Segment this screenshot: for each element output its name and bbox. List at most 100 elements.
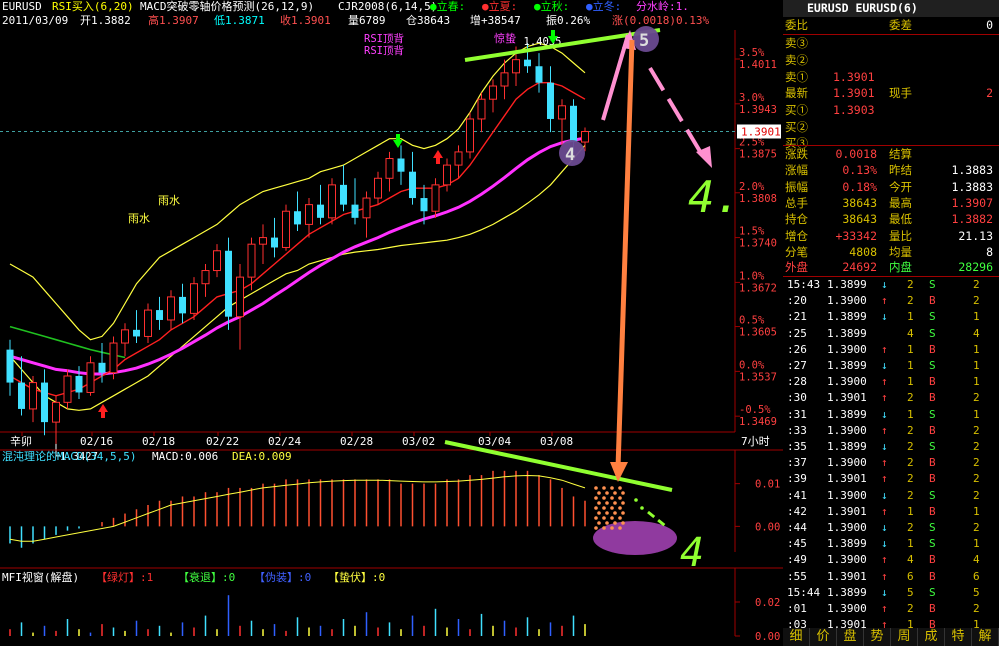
panel-tab[interactable]: 细 (783, 628, 810, 646)
orange-dot (594, 526, 598, 530)
tick-count: 2 (973, 488, 980, 502)
tick-side: B (929, 456, 936, 470)
candle-body (41, 382, 48, 423)
tick-time: :31 (787, 407, 807, 421)
orange-dot (597, 501, 601, 505)
wave-5-label: 5 (639, 31, 649, 51)
tick-count: 5 (973, 585, 980, 599)
orange-dot (602, 526, 606, 530)
candle-body (167, 296, 175, 321)
tick-price: 1.3900 (827, 602, 867, 615)
tick-side: S (929, 278, 936, 291)
annot-rsi-1: RSI顶背 (364, 32, 404, 45)
panel-title: EURUSD EURUSD(6) (807, 1, 918, 15)
tick-price: 1.3900 (827, 553, 867, 567)
macd-tick-label: 0.00 (755, 521, 780, 533)
tick-count: 2 (973, 423, 980, 437)
tick-price: 1.3899 (827, 537, 867, 551)
tick-arrow: ↓ (881, 310, 888, 324)
tick-side: B (929, 375, 936, 389)
candle-body (420, 198, 428, 212)
panel-tab[interactable]: 势 (864, 628, 891, 646)
tick-price: 1.3901 (827, 472, 867, 486)
tick-time: :39 (787, 472, 807, 486)
candle-body (477, 98, 486, 120)
tick-price: 1.3901 (827, 391, 867, 405)
tick-count: 1 (973, 342, 980, 356)
panel-tab[interactable]: 成 (918, 628, 945, 646)
candle-body (570, 105, 577, 143)
legend-lichun: ●立春: (430, 0, 465, 13)
orange-dot (605, 511, 609, 515)
tick-arrow: ↑ (881, 569, 888, 583)
amplitude-label: 振幅 (785, 179, 808, 194)
tick-count: 1 (973, 504, 980, 518)
orange-dot (621, 511, 625, 515)
tick-volume: 2 (907, 456, 914, 470)
tick-time: :42 (787, 504, 807, 518)
macd-title: 混沌理论的MACD(34,5,5) (2, 449, 136, 463)
change-pct-value-2: 1.3883 (951, 163, 993, 178)
mfi-pane[interactable]: MFI视窗(解盘) 【绿灯】:1 【衰退】:0 【伪装】:0 【蛰伏】:0 0.02 0.0… (0, 567, 783, 643)
time-axis-label: 辛卯 (10, 434, 32, 448)
signal-arrow (98, 404, 108, 412)
orange-dot (610, 496, 614, 500)
tick-count: 2 (973, 278, 980, 291)
main-price-pane[interactable]: 3.5%1.40113.0%1.39432.5%1.38752.0%1.3808… (0, 30, 781, 463)
tick-arrow: ↓ (881, 278, 888, 291)
orange-arrow (615, 39, 635, 469)
bar-open: 开1.3882 (80, 14, 131, 27)
orange-dot (613, 521, 617, 525)
band-upper-line (9, 42, 586, 341)
tick-volume: 1 (907, 310, 914, 324)
sell2-label: 卖② (785, 53, 808, 67)
tick-arrow: ↓ (881, 488, 888, 502)
tick-count: 4 (973, 553, 980, 567)
time-axis-label: 03/04 (478, 435, 511, 448)
dea-value-label: DEA:0.009 (232, 450, 292, 463)
change-pct-label: 涨幅 (785, 163, 808, 178)
tick-row: 15:43 1.3899 ↓ 2 S 2 (783, 277, 999, 293)
tick-arrow: ↓ (881, 585, 888, 599)
orange-dot (605, 491, 609, 495)
legend-lixia: ●立夏: (482, 0, 517, 13)
tick-row: :33 1.3900 ↑ 2 B 2 (783, 423, 999, 439)
tick-side: B (929, 342, 936, 356)
tick-count: 2 (973, 456, 980, 470)
panel-tab[interactable]: 盘 (837, 628, 864, 646)
panel-tab[interactable]: 解 (972, 628, 999, 646)
lastvol-label: 现手 (889, 86, 912, 100)
tick-count: 2 (973, 294, 980, 308)
pct-tick-label: 0.5% (739, 315, 765, 327)
candle-body (294, 211, 301, 225)
bar-inc: 增+38547 (470, 13, 521, 27)
inner-label: 内盘 (889, 260, 912, 274)
tick-side: S (929, 537, 936, 551)
tick-row: :21 1.3899 ↓ 1 S 1 (783, 309, 999, 325)
panel-tab[interactable]: 特 (945, 628, 972, 646)
weicha-value: 0 (986, 18, 993, 32)
bar-high: 高1.3907 (148, 13, 199, 27)
tick-row: :37 1.3900 ↑ 2 B 2 (783, 455, 999, 471)
panel-tab[interactable]: 周 (891, 628, 918, 646)
bar-date: 2011/03/09 (2, 14, 68, 27)
tick-time: :26 (787, 342, 807, 356)
signal-arrow-stem (436, 158, 440, 164)
signal-arrow-stem (551, 30, 555, 36)
tick-count: 1 (973, 375, 980, 389)
orange-dot (602, 496, 606, 500)
candle-body (489, 85, 497, 100)
candle-body (454, 151, 463, 166)
orange-dot (621, 501, 625, 505)
orange-dot (602, 516, 606, 520)
panel-tab[interactable]: 价 (810, 628, 837, 646)
candle-body (109, 342, 118, 374)
tick-count: 1 (973, 407, 980, 421)
tick-volume: 1 (907, 359, 914, 372)
price-tick-label: 1.4011 (739, 59, 777, 71)
tick-time: 15:44 (787, 585, 821, 599)
buy1-price: 1.3903 (833, 103, 875, 117)
tick-arrow: ↓ (881, 407, 888, 421)
panel-title-row: EURUSD EURUSD(6) (783, 0, 999, 17)
tick-row: :26 1.3900 ↑ 1 B 1 (783, 342, 999, 358)
